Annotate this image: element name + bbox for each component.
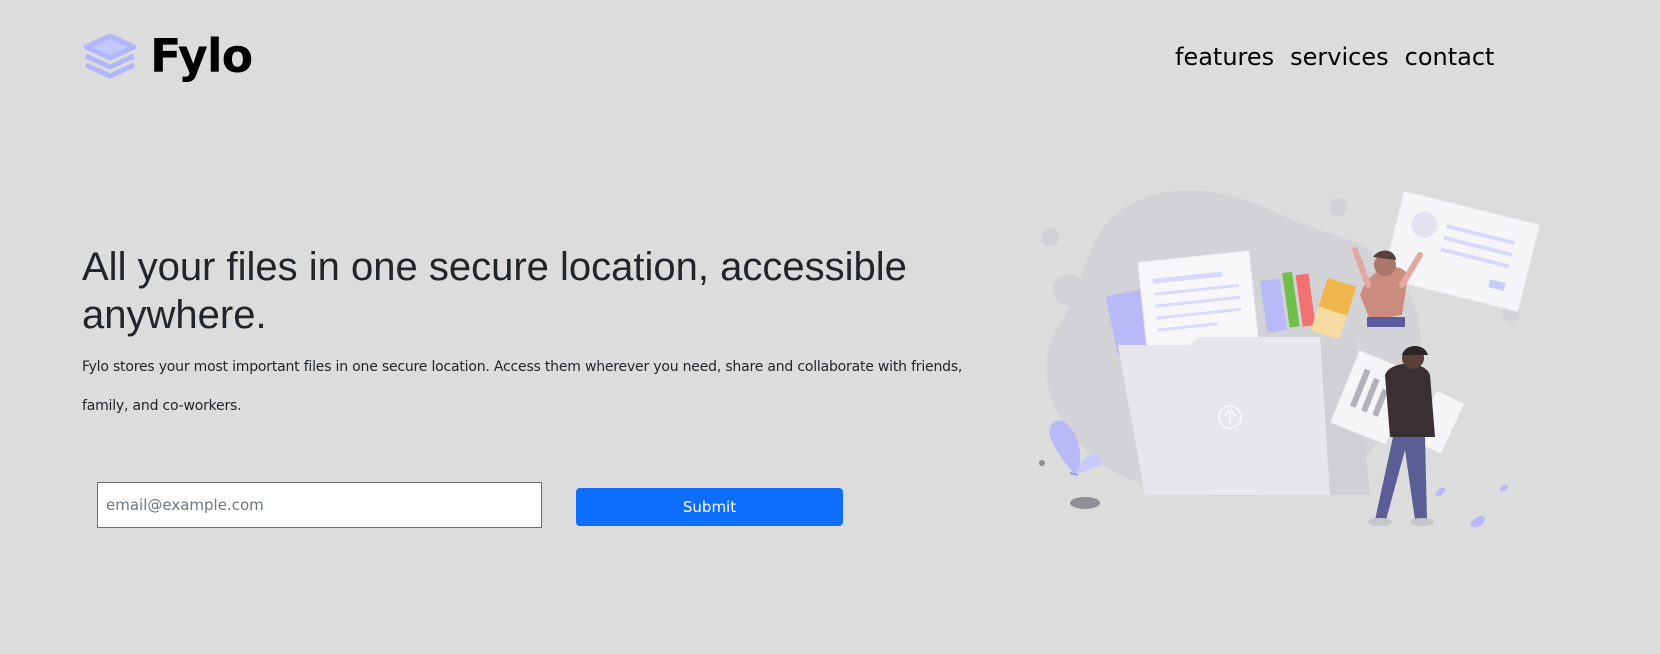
brand-logo[interactable]: Fylo — [82, 29, 253, 83]
nav-link-features[interactable]: features — [1175, 40, 1274, 74]
hero-description: Fylo stores your most important files in… — [82, 359, 963, 414]
main-nav: features services contact — [1175, 40, 1494, 74]
stacked-layers-icon — [83, 33, 137, 79]
submit-button[interactable]: Submit — [576, 488, 843, 526]
nav-link-contact[interactable]: contact — [1405, 40, 1495, 74]
brand-name: Fylo — [150, 29, 253, 83]
email-input[interactable] — [97, 482, 542, 528]
landing-page: Fylo features services contact All your … — [0, 0, 1660, 654]
people-sharing-files-illustration — [1039, 190, 1541, 528]
nav-link-services[interactable]: services — [1290, 40, 1388, 74]
hero-title: All your files in one secure location, a… — [82, 245, 907, 337]
